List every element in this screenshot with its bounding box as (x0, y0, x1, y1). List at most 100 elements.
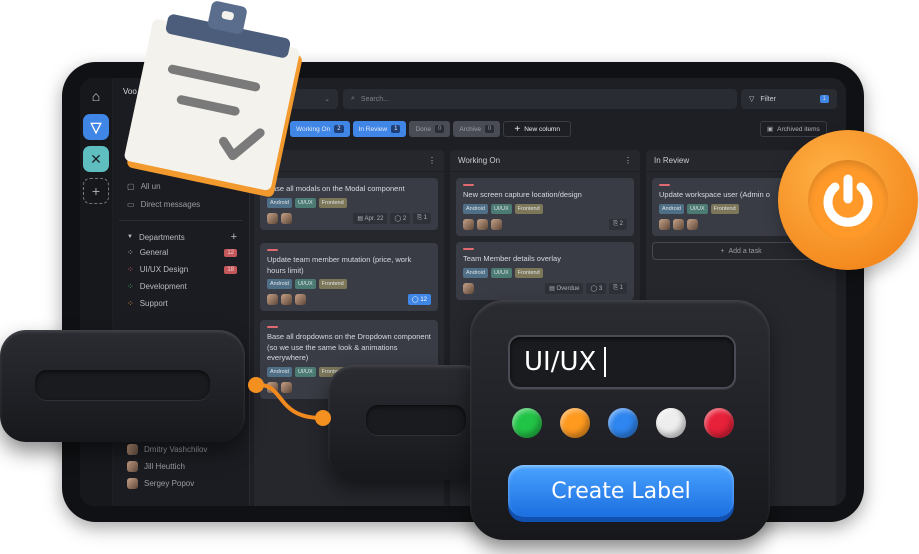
add-workspace-icon[interactable]: + (83, 178, 109, 204)
text-cursor (604, 347, 607, 377)
card-title: Team Member details overlay (463, 254, 561, 263)
archive-icon: ▣ (767, 126, 774, 133)
user-item[interactable]: Jill Heuttich (127, 461, 185, 472)
tag: UI/UX (294, 279, 316, 289)
color-swatch[interactable] (704, 408, 734, 438)
unread-badge: 12 (224, 248, 237, 257)
avatar (267, 294, 278, 305)
more-icon[interactable]: ⋮ (624, 156, 632, 165)
chevron-down-icon: ▼ (127, 234, 133, 240)
priority-indicator (463, 248, 474, 250)
card-title: Update team member mutation (price, work… (267, 255, 412, 275)
unread-badge: 18 (224, 265, 237, 274)
tag: Android (267, 279, 292, 289)
power-button-illustration (778, 130, 918, 270)
workspace-logo-icon[interactable]: ▽ (83, 114, 109, 140)
color-swatch[interactable] (608, 408, 638, 438)
tag: Frontend (318, 279, 347, 289)
toggle-illustration (328, 365, 488, 480)
tag: Android (659, 203, 684, 214)
comment-count: ◯ 12 (407, 294, 431, 305)
attachment-count: ⎘ 2 (609, 218, 627, 230)
departments-header[interactable]: ▼ Departments + (127, 231, 237, 243)
divider (119, 220, 243, 221)
avatar (267, 212, 278, 224)
search-input[interactable]: ⌕ Search... (343, 89, 737, 109)
tab-in-review[interactable]: In Review 1 (352, 121, 407, 137)
search-icon: ⌕ (351, 95, 355, 102)
priority-indicator (659, 184, 670, 186)
due-date: ▤ Overdue (545, 282, 584, 294)
due-date: ▤ Apr. 22 (353, 212, 388, 224)
group-icon: ⁘ (127, 248, 134, 257)
avatar (281, 294, 292, 305)
sidebar-item-general[interactable]: ⁘ General 12 (127, 248, 237, 257)
tag: UI/UX (686, 203, 708, 214)
task-card[interactable]: New screen capture location/design Andro… (456, 178, 634, 236)
sidebar-item-uiux-design[interactable]: ⁘ UI/UX Design 18 (127, 265, 237, 274)
avatar (491, 218, 502, 230)
tag: Android (463, 203, 488, 214)
priority-indicator (267, 249, 278, 251)
task-card[interactable]: Update team member mutation (price, work… (260, 243, 438, 311)
tag: UI/UX (490, 267, 512, 278)
notepad-illustration (124, 1, 302, 197)
filter-icon: ▽ (749, 96, 755, 103)
avatar (463, 218, 474, 230)
avatar (463, 282, 474, 294)
more-icon[interactable]: ⋮ (428, 156, 436, 165)
tag: Android (463, 267, 488, 278)
user-item[interactable]: Sergey Popov (127, 478, 194, 489)
home-icon[interactable]: ⌂ (83, 83, 109, 109)
avatar (673, 218, 684, 230)
filter-button[interactable]: ▽ Filter 1 (741, 89, 837, 109)
avatar (295, 294, 306, 305)
filter-count: 1 (819, 95, 829, 103)
group-icon: ⁘ (127, 299, 134, 308)
avatar (477, 218, 488, 230)
card-title: New screen capture location/design (463, 190, 582, 199)
label-name-input[interactable]: UI/UX (508, 335, 736, 389)
tag: Frontend (514, 267, 543, 278)
sidebar-item-development[interactable]: ⁘ Development (127, 282, 237, 291)
plus-icon: + (720, 247, 725, 255)
tag: Frontend (514, 203, 543, 214)
comment-count: ◯ 2 (390, 212, 411, 224)
create-label-button[interactable]: Create Label (508, 465, 734, 517)
power-icon (823, 174, 873, 227)
sidebar-item-direct-messages[interactable]: ▭ Direct messages (127, 200, 200, 209)
new-column-button[interactable]: + New column (503, 121, 571, 137)
tab-archive[interactable]: Archive 0 (453, 121, 501, 137)
archived-items-button[interactable]: ▣ Archived items (760, 121, 827, 137)
color-swatch[interactable] (512, 408, 542, 438)
tab-done[interactable]: Done 0 (409, 121, 451, 137)
tag: Frontend (710, 203, 739, 214)
avatar (127, 444, 138, 455)
attachment-count: ⎘ 1 (413, 212, 431, 224)
avatar (659, 218, 670, 230)
add-department-icon[interactable]: + (231, 231, 237, 243)
group-icon: ⁘ (127, 282, 134, 291)
inbox-icon: ▭ (127, 200, 135, 209)
avatar (687, 218, 698, 230)
task-card[interactable]: Team Member details overlay Android UI/UX… (456, 242, 634, 300)
card-title: Base all dropdowns on the Dropdown compo… (267, 332, 431, 362)
color-swatch[interactable] (560, 408, 590, 438)
chevron-down-icon: ⌄ (324, 96, 330, 103)
create-label-widget: UI/UX Create Label (470, 300, 770, 540)
toggle-illustration (0, 330, 245, 442)
connector-illustration (248, 377, 331, 426)
avatar (281, 212, 292, 224)
sidebar-item-support[interactable]: ⁘ Support (127, 299, 237, 308)
color-swatch[interactable] (656, 408, 686, 438)
tag: UI/UX (490, 203, 512, 214)
priority-indicator (267, 326, 278, 328)
workspace-two-icon[interactable]: ✕ (83, 146, 109, 172)
attachment-count: ⎘ 1 (609, 282, 627, 294)
priority-indicator (463, 184, 474, 186)
avatar (127, 478, 138, 489)
avatar (127, 461, 138, 472)
column-title: In Review (654, 156, 690, 165)
user-item[interactable]: Dmitry Vashchilov (127, 444, 207, 455)
plus-icon: + (514, 123, 521, 135)
